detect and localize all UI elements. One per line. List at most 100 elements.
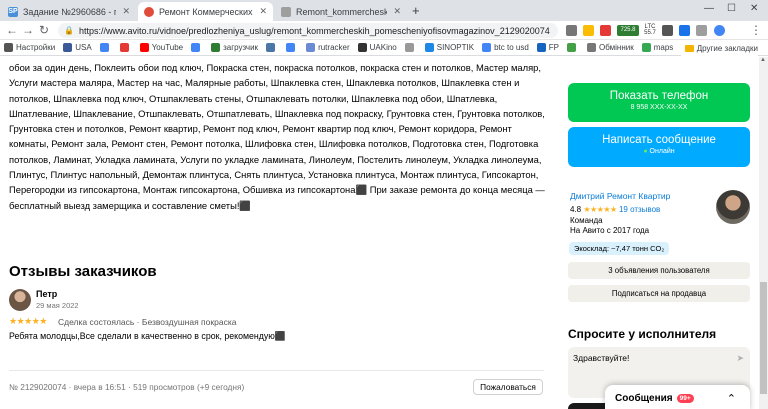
bookmark-label: YouTube — [151, 43, 184, 52]
bookmark-label: FP — [548, 43, 560, 52]
bookmark-item[interactable]: USA — [63, 43, 92, 52]
bookmark-favicon-icon — [536, 43, 546, 52]
bookmark-item[interactable] — [191, 43, 203, 52]
bookmark-star-icon[interactable] — [583, 25, 594, 36]
messages-widget[interactable]: Сообщения 99+ ⌃ — [605, 385, 750, 409]
seller-rating-value: 4.8 — [570, 205, 582, 214]
bookmark-favicon-icon — [641, 43, 651, 52]
show-phone-button[interactable]: Показать телефон 8 958 XXX-XX-XX — [568, 83, 750, 122]
subscribe-button[interactable]: Подписаться на продавца — [568, 285, 750, 302]
bookmark-item[interactable] — [119, 43, 132, 52]
online-label: Онлайн — [649, 148, 675, 155]
extension-icon[interactable] — [662, 25, 673, 36]
seller-type: Команда — [570, 216, 603, 225]
folder-icon — [684, 44, 694, 52]
chevron-up-icon[interactable]: ⌃ — [727, 392, 736, 405]
scrollbar-thumb[interactable] — [760, 282, 767, 394]
bookmark-item[interactable]: UAKino — [357, 43, 397, 52]
bookmark-label: загрузчик — [223, 43, 259, 52]
maximize-icon[interactable]: ☐ — [727, 3, 736, 14]
seller-stars: ★★★★★ — [583, 205, 617, 214]
bookmark-label: btc to usd — [494, 43, 529, 52]
tab-title: Задание №2960686 - просмотр з — [23, 6, 117, 17]
bookmark-favicon-icon — [286, 43, 296, 52]
bookmark-favicon-icon — [404, 43, 414, 52]
bookmark-item[interactable]: FP — [536, 43, 560, 52]
bookmark-item[interactable]: YouTube — [139, 43, 184, 52]
send-icon[interactable]: ➤ — [736, 353, 744, 364]
seller-rating: 4.8 ★★★★★ 19 отзывов — [570, 205, 660, 214]
rss-extension-icon[interactable]: 725.8 — [617, 25, 639, 36]
tab-avito[interactable]: Ремонт Коммерческих помещен ✕ — [138, 2, 273, 21]
share-icon[interactable] — [566, 25, 577, 36]
bookmark-item[interactable]: SINOPTIK — [424, 43, 475, 52]
seller-name[interactable]: Дмитрий Ремонт Квартир — [570, 191, 670, 201]
bookmark-item[interactable] — [404, 43, 417, 52]
ask-input-value: Здравствуйте! — [573, 353, 630, 363]
review-author[interactable]: Петр — [36, 289, 57, 299]
write-message-label: Написать сообщение — [602, 134, 716, 146]
profile-icon[interactable] — [714, 25, 725, 36]
bookmark-label: UAKino — [369, 43, 397, 52]
tab-file[interactable]: Remont_kommercheskih_pomesh ✕ — [275, 2, 407, 21]
ltc-extension-icon[interactable]: LTC 55.7 — [642, 24, 658, 36]
seller-avatar[interactable] — [716, 190, 750, 224]
bookmark-item[interactable]: btc to usd — [482, 43, 529, 52]
review-text: Ребята молодцы,Все сделали в качественно… — [9, 331, 286, 341]
review-date: 29 мая 2022 — [36, 301, 79, 310]
other-bookmarks[interactable]: Другие закладки — [680, 40, 758, 56]
bookmark-favicon-icon — [482, 43, 492, 52]
bookmark-favicon-icon — [4, 43, 13, 52]
back-icon[interactable]: ← — [6, 23, 18, 37]
favicon-icon — [144, 6, 154, 17]
bookmark-item[interactable]: Обмінник — [587, 43, 634, 52]
bookmark-label: Обмінник — [599, 43, 634, 52]
reload-icon[interactable]: ↻ — [39, 23, 49, 37]
browser-toolbar: ← → ↻ 🔒 https://www.avito.ru/vidnoe/pred… — [0, 21, 768, 40]
scroll-up-icon[interactable]: ▲ — [760, 57, 766, 63]
bookmark-item[interactable] — [266, 43, 278, 52]
eco-badge: Экосклад: ~7,47 тонн CO₂ — [569, 242, 670, 255]
menu-icon[interactable]: ⋮ — [750, 23, 762, 37]
ltc-value: 55.7 — [644, 29, 656, 36]
listing-meta: № 2129020074 · вчера в 16:51 · 519 просм… — [9, 382, 245, 392]
ask-heading: Спросите у исполнителя — [568, 327, 717, 341]
minimize-icon[interactable]: — — [704, 3, 714, 14]
bookmark-favicon-icon — [119, 43, 129, 52]
bookmark-favicon-icon — [266, 43, 276, 52]
seller-reviews-link[interactable]: 19 отзывов — [619, 205, 660, 214]
bookmark-favicon-icon — [587, 43, 597, 52]
bookmark-item[interactable] — [286, 43, 298, 52]
puzzle-icon[interactable] — [696, 25, 707, 36]
scrollbar[interactable]: ▲ — [759, 57, 768, 409]
extension-icon[interactable] — [600, 25, 611, 36]
close-icon[interactable]: ✕ — [122, 6, 130, 17]
bookmark-item[interactable] — [99, 43, 112, 52]
window-close-icon[interactable]: ✕ — [750, 3, 758, 14]
bookmark-favicon-icon — [424, 43, 434, 52]
online-status: ● Онлайн — [568, 148, 750, 155]
address-bar[interactable]: 🔒 https://www.avito.ru/vidnoe/predlozhen… — [58, 23, 558, 38]
seller-since: На Авито с 2017 года — [570, 226, 650, 235]
avatar[interactable] — [9, 289, 31, 311]
bookmark-item[interactable] — [567, 43, 579, 52]
bookmark-label: SINOPTIK — [436, 43, 475, 52]
complain-button[interactable]: Пожаловаться — [473, 379, 543, 395]
bookmark-item[interactable]: загрузчик — [211, 43, 258, 52]
show-phone-label: Показать телефон — [609, 90, 709, 102]
listing-description: обои за один день, Поклеить обои под клю… — [9, 62, 545, 211]
write-message-button[interactable]: Написать сообщение ● Онлайн — [568, 127, 750, 167]
favicon-icon: SP — [8, 6, 18, 17]
extension-icon[interactable] — [679, 25, 690, 36]
forward-icon[interactable]: → — [22, 23, 34, 37]
new-tab-button[interactable]: + — [412, 3, 420, 18]
tab-task[interactable]: SP Задание №2960686 - просмотр з ✕ — [2, 2, 136, 21]
bookmark-label: maps — [653, 43, 674, 52]
bookmark-item[interactable]: Настройки — [4, 43, 55, 52]
close-icon[interactable]: ✕ — [393, 6, 401, 17]
seller-listings-button[interactable]: 3 объявления пользователя — [568, 262, 750, 279]
close-icon[interactable]: ✕ — [259, 6, 267, 17]
file-icon — [281, 6, 291, 17]
bookmark-item[interactable]: maps — [641, 43, 674, 52]
bookmark-item[interactable]: rutracker — [306, 43, 350, 52]
